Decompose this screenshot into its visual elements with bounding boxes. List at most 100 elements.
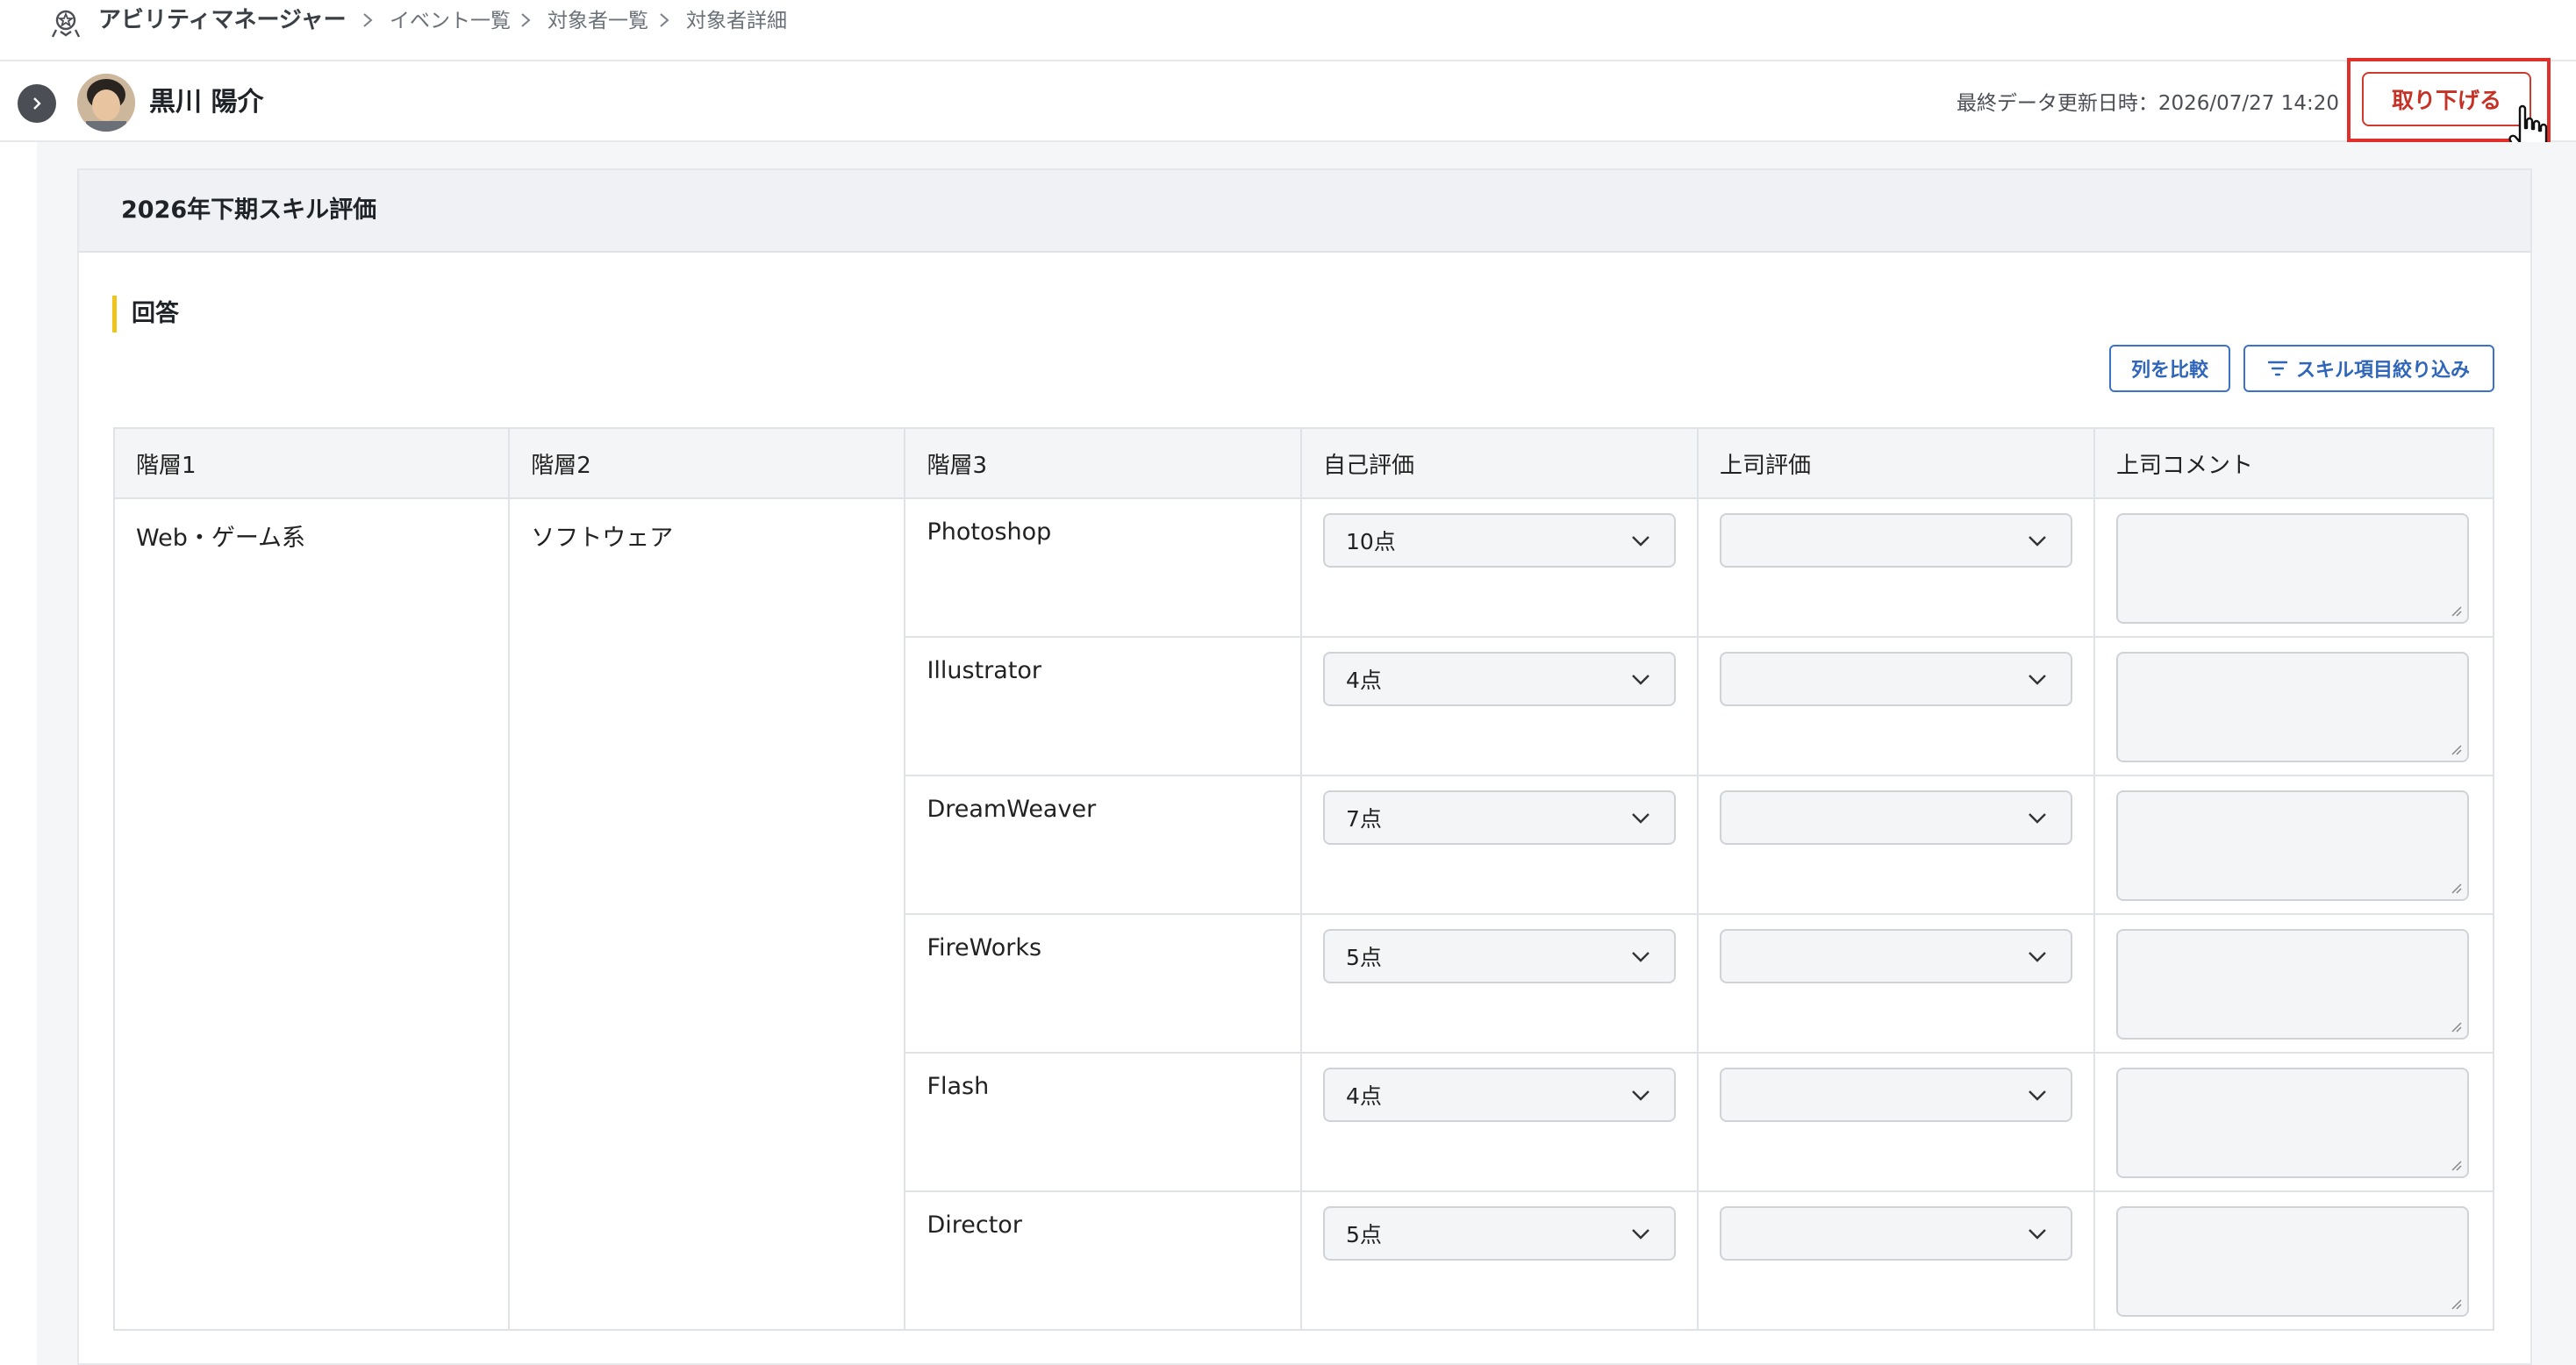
boss-comment-textarea[interactable] <box>2115 790 2469 901</box>
person-photo-icon <box>77 74 135 132</box>
skill-cell: Photoshop <box>904 497 1302 638</box>
boss-eval-select[interactable] <box>1719 1068 2072 1122</box>
chevron-down-icon <box>1632 675 1649 685</box>
self-eval-cell: 4点 <box>1299 636 1699 776</box>
boss-eval-cell <box>1696 913 2095 1054</box>
section-accent-bar <box>112 296 117 332</box>
level1-cell: Web・ゲーム系 <box>112 497 511 1331</box>
skill-cell: Director <box>904 1190 1302 1331</box>
breadcrumb-target-detail: 対象者詳細 <box>686 10 787 32</box>
chevron-down-icon <box>1632 536 1649 547</box>
boss-comment-textarea[interactable] <box>2115 652 2469 762</box>
person-name: 黒川 陽介 <box>149 87 264 118</box>
chevron-right-icon <box>660 13 669 27</box>
boss-eval-cell <box>1696 636 2095 776</box>
chevron-down-icon <box>1632 1229 1649 1240</box>
chevron-down-icon <box>2029 675 2046 685</box>
self-eval-cell: 4点 <box>1299 1052 1699 1192</box>
self-eval-value: 4点 <box>1345 1083 1382 1109</box>
filter-skills-button[interactable]: スキル項目絞り込み <box>2243 345 2494 392</box>
last-updated-text: 最終データ更新日時：2026/07/27 14:20 <box>1956 92 2339 115</box>
boss-eval-select[interactable] <box>1719 790 2072 845</box>
chevron-down-icon <box>1632 813 1649 824</box>
compare-columns-label: 列を比較 <box>2130 360 2208 382</box>
self-eval-value: 5点 <box>1345 1222 1382 1247</box>
self-eval-cell: 5点 <box>1299 1190 1699 1331</box>
self-eval-select[interactable]: 4点 <box>1322 1068 1676 1122</box>
top-bar: アビリティマネージャー イベント一覧 対象者一覧 対象者詳細 <box>0 0 2576 61</box>
chevron-down-icon <box>2029 1090 2046 1101</box>
table-row: Web・ゲーム系 ソフトウェア Photoshop 10点 <box>112 497 2495 1331</box>
resize-grip-icon[interactable] <box>2448 1296 2462 1310</box>
panel-title: 2026年下期スキル評価 <box>121 197 377 224</box>
breadcrumb-target-list[interactable]: 対象者一覧 <box>547 8 648 34</box>
boss-comment-textarea[interactable] <box>2115 1206 2469 1317</box>
boss-eval-select[interactable] <box>1719 1206 2072 1261</box>
column-header-level3: 階層3 <box>904 427 1302 499</box>
boss-comment-cell <box>2093 1052 2495 1192</box>
boss-comment-cell <box>2093 775 2495 915</box>
column-header-boss-comment: 上司コメント <box>2093 427 2495 499</box>
column-header-level2: 階層2 <box>508 427 906 499</box>
boss-eval-select[interactable] <box>1719 929 2072 983</box>
resize-grip-icon[interactable] <box>2448 880 2462 894</box>
chevron-down-icon <box>2029 952 2046 962</box>
boss-comment-textarea[interactable] <box>2115 1068 2469 1178</box>
resize-grip-icon[interactable] <box>2448 741 2462 755</box>
boss-eval-cell <box>1696 1052 2095 1192</box>
panel-header <box>77 168 2532 253</box>
filter-skills-label: スキル項目絞り込み <box>2295 360 2470 382</box>
chevron-right-icon <box>363 13 373 27</box>
boss-comment-cell <box>2093 913 2495 1054</box>
avatar <box>77 74 135 132</box>
column-header-self-eval: 自己評価 <box>1299 427 1699 499</box>
self-eval-select[interactable]: 5点 <box>1322 929 1676 983</box>
filter-icon <box>2267 361 2287 376</box>
self-eval-select[interactable]: 5点 <box>1322 1206 1676 1261</box>
boss-comment-cell <box>2093 497 2495 638</box>
withdraw-button[interactable]: 取り下げる <box>2362 72 2531 126</box>
chevron-down-icon <box>2029 1229 2046 1240</box>
self-eval-cell: 10点 <box>1299 497 1699 638</box>
column-header-boss-eval: 上司評価 <box>1696 427 2095 499</box>
chevron-down-icon <box>2029 536 2046 547</box>
chevron-down-icon <box>1632 1090 1649 1101</box>
column-header-level1: 階層1 <box>112 427 511 499</box>
person-header: 黒川 陽介 最終データ更新日時：2026/07/27 14:20 <box>0 63 2576 142</box>
self-eval-cell: 5点 <box>1299 913 1699 1054</box>
breadcrumb-event-list[interactable]: イベント一覧 <box>390 8 511 34</box>
boss-eval-select[interactable] <box>1719 513 2072 568</box>
self-eval-value: 7点 <box>1345 806 1382 832</box>
expand-sidebar-button[interactable] <box>18 84 56 123</box>
level2-cell: ソフトウェア <box>508 497 906 1331</box>
self-eval-select[interactable]: 10点 <box>1322 513 1676 568</box>
self-eval-value: 10点 <box>1345 529 1396 554</box>
resize-grip-icon[interactable] <box>2448 603 2462 617</box>
skill-cell: DreamWeaver <box>904 775 1302 915</box>
boss-comment-textarea[interactable] <box>2115 513 2469 624</box>
compare-columns-button[interactable]: 列を比較 <box>2109 345 2230 392</box>
boss-comment-textarea[interactable] <box>2115 929 2469 1040</box>
self-eval-value: 5点 <box>1345 945 1382 970</box>
chevron-down-icon <box>2029 813 2046 824</box>
boss-comment-cell <box>2093 1190 2495 1331</box>
boss-eval-cell <box>1696 1190 2095 1331</box>
table-header-row: 階層1 階層2 階層3 自己評価 上司評価 上司コメント <box>112 427 2495 499</box>
boss-eval-select[interactable] <box>1719 652 2072 706</box>
resize-grip-icon[interactable] <box>2448 1018 2462 1033</box>
boss-comment-cell <box>2093 636 2495 776</box>
skill-cell: Illustrator <box>904 636 1302 776</box>
self-eval-value: 4点 <box>1345 668 1382 693</box>
boss-eval-cell <box>1696 497 2095 638</box>
chevron-right-icon <box>33 97 41 110</box>
skill-cell: Flash <box>904 1052 1302 1192</box>
self-eval-cell: 7点 <box>1299 775 1699 915</box>
section-title: 回答 <box>132 300 179 327</box>
resize-grip-icon[interactable] <box>2448 1157 2462 1171</box>
skill-table: 階層1 階層2 階層3 自己評価 上司評価 上司コメント Web・ゲーム系 ソフ… <box>112 427 2495 1331</box>
app-name[interactable]: アビリティマネージャー <box>98 5 347 35</box>
self-eval-select[interactable]: 7点 <box>1322 790 1676 845</box>
self-eval-select[interactable]: 4点 <box>1322 652 1676 706</box>
chevron-down-icon <box>1632 952 1649 962</box>
app-logo-icon[interactable] <box>49 5 82 39</box>
